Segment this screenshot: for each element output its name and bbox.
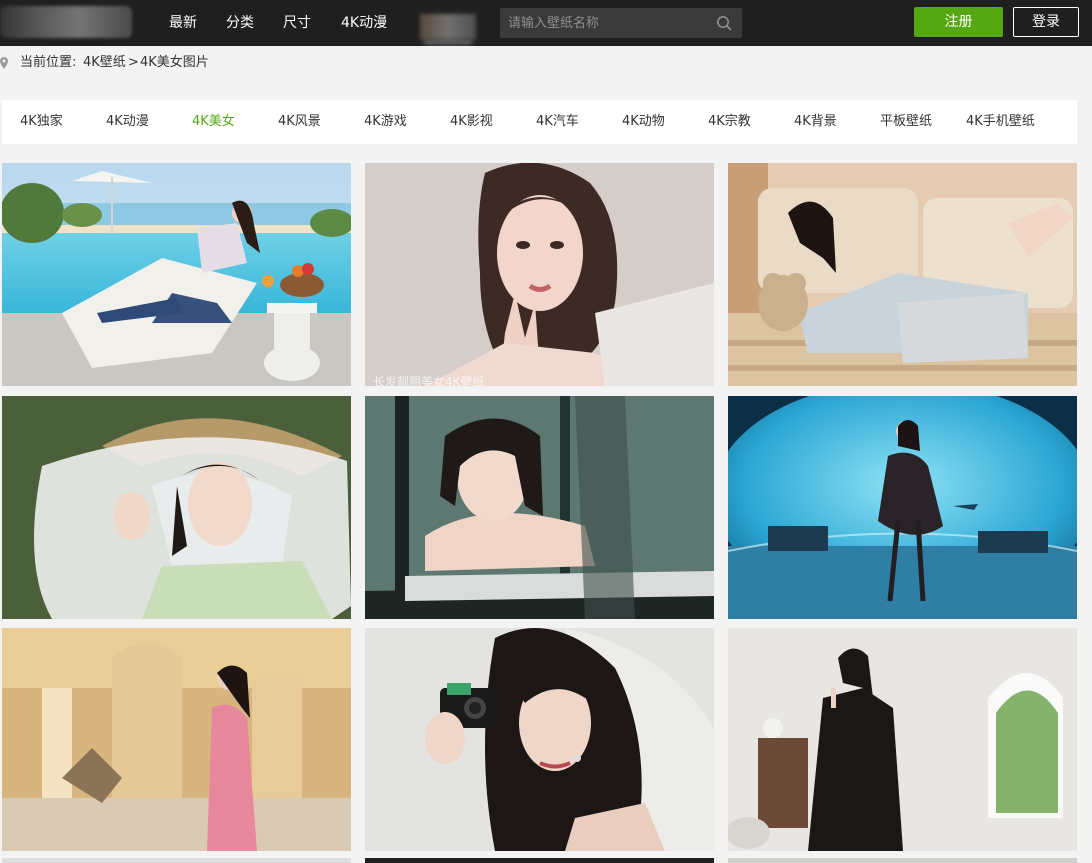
category-tablet-wallpaper[interactable]: 平板壁纸 [880,100,932,144]
category-4k-game[interactable]: 4K游戏 [364,100,407,144]
category-bar: 4K独家 4K动漫 4K美女 4K风景 4K游戏 4K影视 4K汽车 4K动物 … [2,100,1077,144]
login-button[interactable]: 登录 [1013,7,1079,37]
category-4k-anime[interactable]: 4K动漫 [106,100,149,144]
next-row-peek [728,858,1077,863]
register-button[interactable]: 注册 [914,7,1003,37]
breadcrumb-4k-wallpaper[interactable]: 4K壁纸 [83,52,126,74]
wallpaper-image [365,628,714,851]
category-4k-film[interactable]: 4K影视 [450,100,493,144]
wallpaper-tile[interactable] [365,396,714,619]
wallpaper-image [728,163,1077,386]
category-4k-beauty[interactable]: 4K美女 [192,100,235,144]
site-logo[interactable] [0,6,132,38]
wallpaper-tile[interactable] [728,628,1077,851]
category-4k-phone-wallpaper[interactable]: 4K手机壁纸 [966,100,1035,144]
search-icon[interactable] [716,15,732,31]
breadcrumb-prefix: 当前位置: [20,55,77,70]
top-bar: 最新 分类 尺寸 4K动漫 注册 登录 [0,0,1092,46]
nav-latest[interactable]: 最新 [169,0,197,46]
wallpaper-tile[interactable] [728,163,1077,386]
wallpaper-image [2,396,351,619]
wallpaper-tile[interactable] [365,628,714,851]
nav-category[interactable]: 分类 [226,0,254,46]
nav-4k-anime[interactable]: 4K动漫 [341,0,387,46]
wallpaper-image [728,396,1077,619]
next-row-peek [365,858,714,863]
nav-size[interactable]: 尺寸 [283,0,311,46]
wallpaper-image [728,628,1077,851]
wallpaper-tile[interactable]: 长发靓丽美女4K壁纸 [365,163,714,386]
category-4k-animal[interactable]: 4K动物 [622,100,665,144]
search-box [500,8,742,38]
search-input[interactable] [508,8,708,38]
wallpaper-tile[interactable] [2,628,351,851]
category-4k-car[interactable]: 4K汽车 [536,100,579,144]
location-pin-icon [0,57,8,69]
wallpaper-tile[interactable] [2,396,351,619]
wallpaper-tile[interactable] [2,163,351,386]
next-row-peek [2,858,351,863]
category-4k-background[interactable]: 4K背景 [794,100,837,144]
wallpaper-image [2,628,351,851]
category-4k-scenery[interactable]: 4K风景 [278,100,321,144]
wallpaper-image [365,396,714,619]
blurred-nav-item[interactable] [420,14,476,44]
wallpaper-image [365,163,714,386]
breadcrumb-separator: > [128,55,139,70]
category-4k-exclusive[interactable]: 4K独家 [20,100,63,144]
tile-caption: 长发靓丽美女4K壁纸 [373,375,485,386]
category-4k-religion[interactable]: 4K宗教 [708,100,751,144]
breadcrumb-4k-beauty[interactable]: 4K美女图片 [140,52,209,74]
wallpaper-image [2,163,351,386]
wallpaper-tile[interactable] [728,396,1077,619]
